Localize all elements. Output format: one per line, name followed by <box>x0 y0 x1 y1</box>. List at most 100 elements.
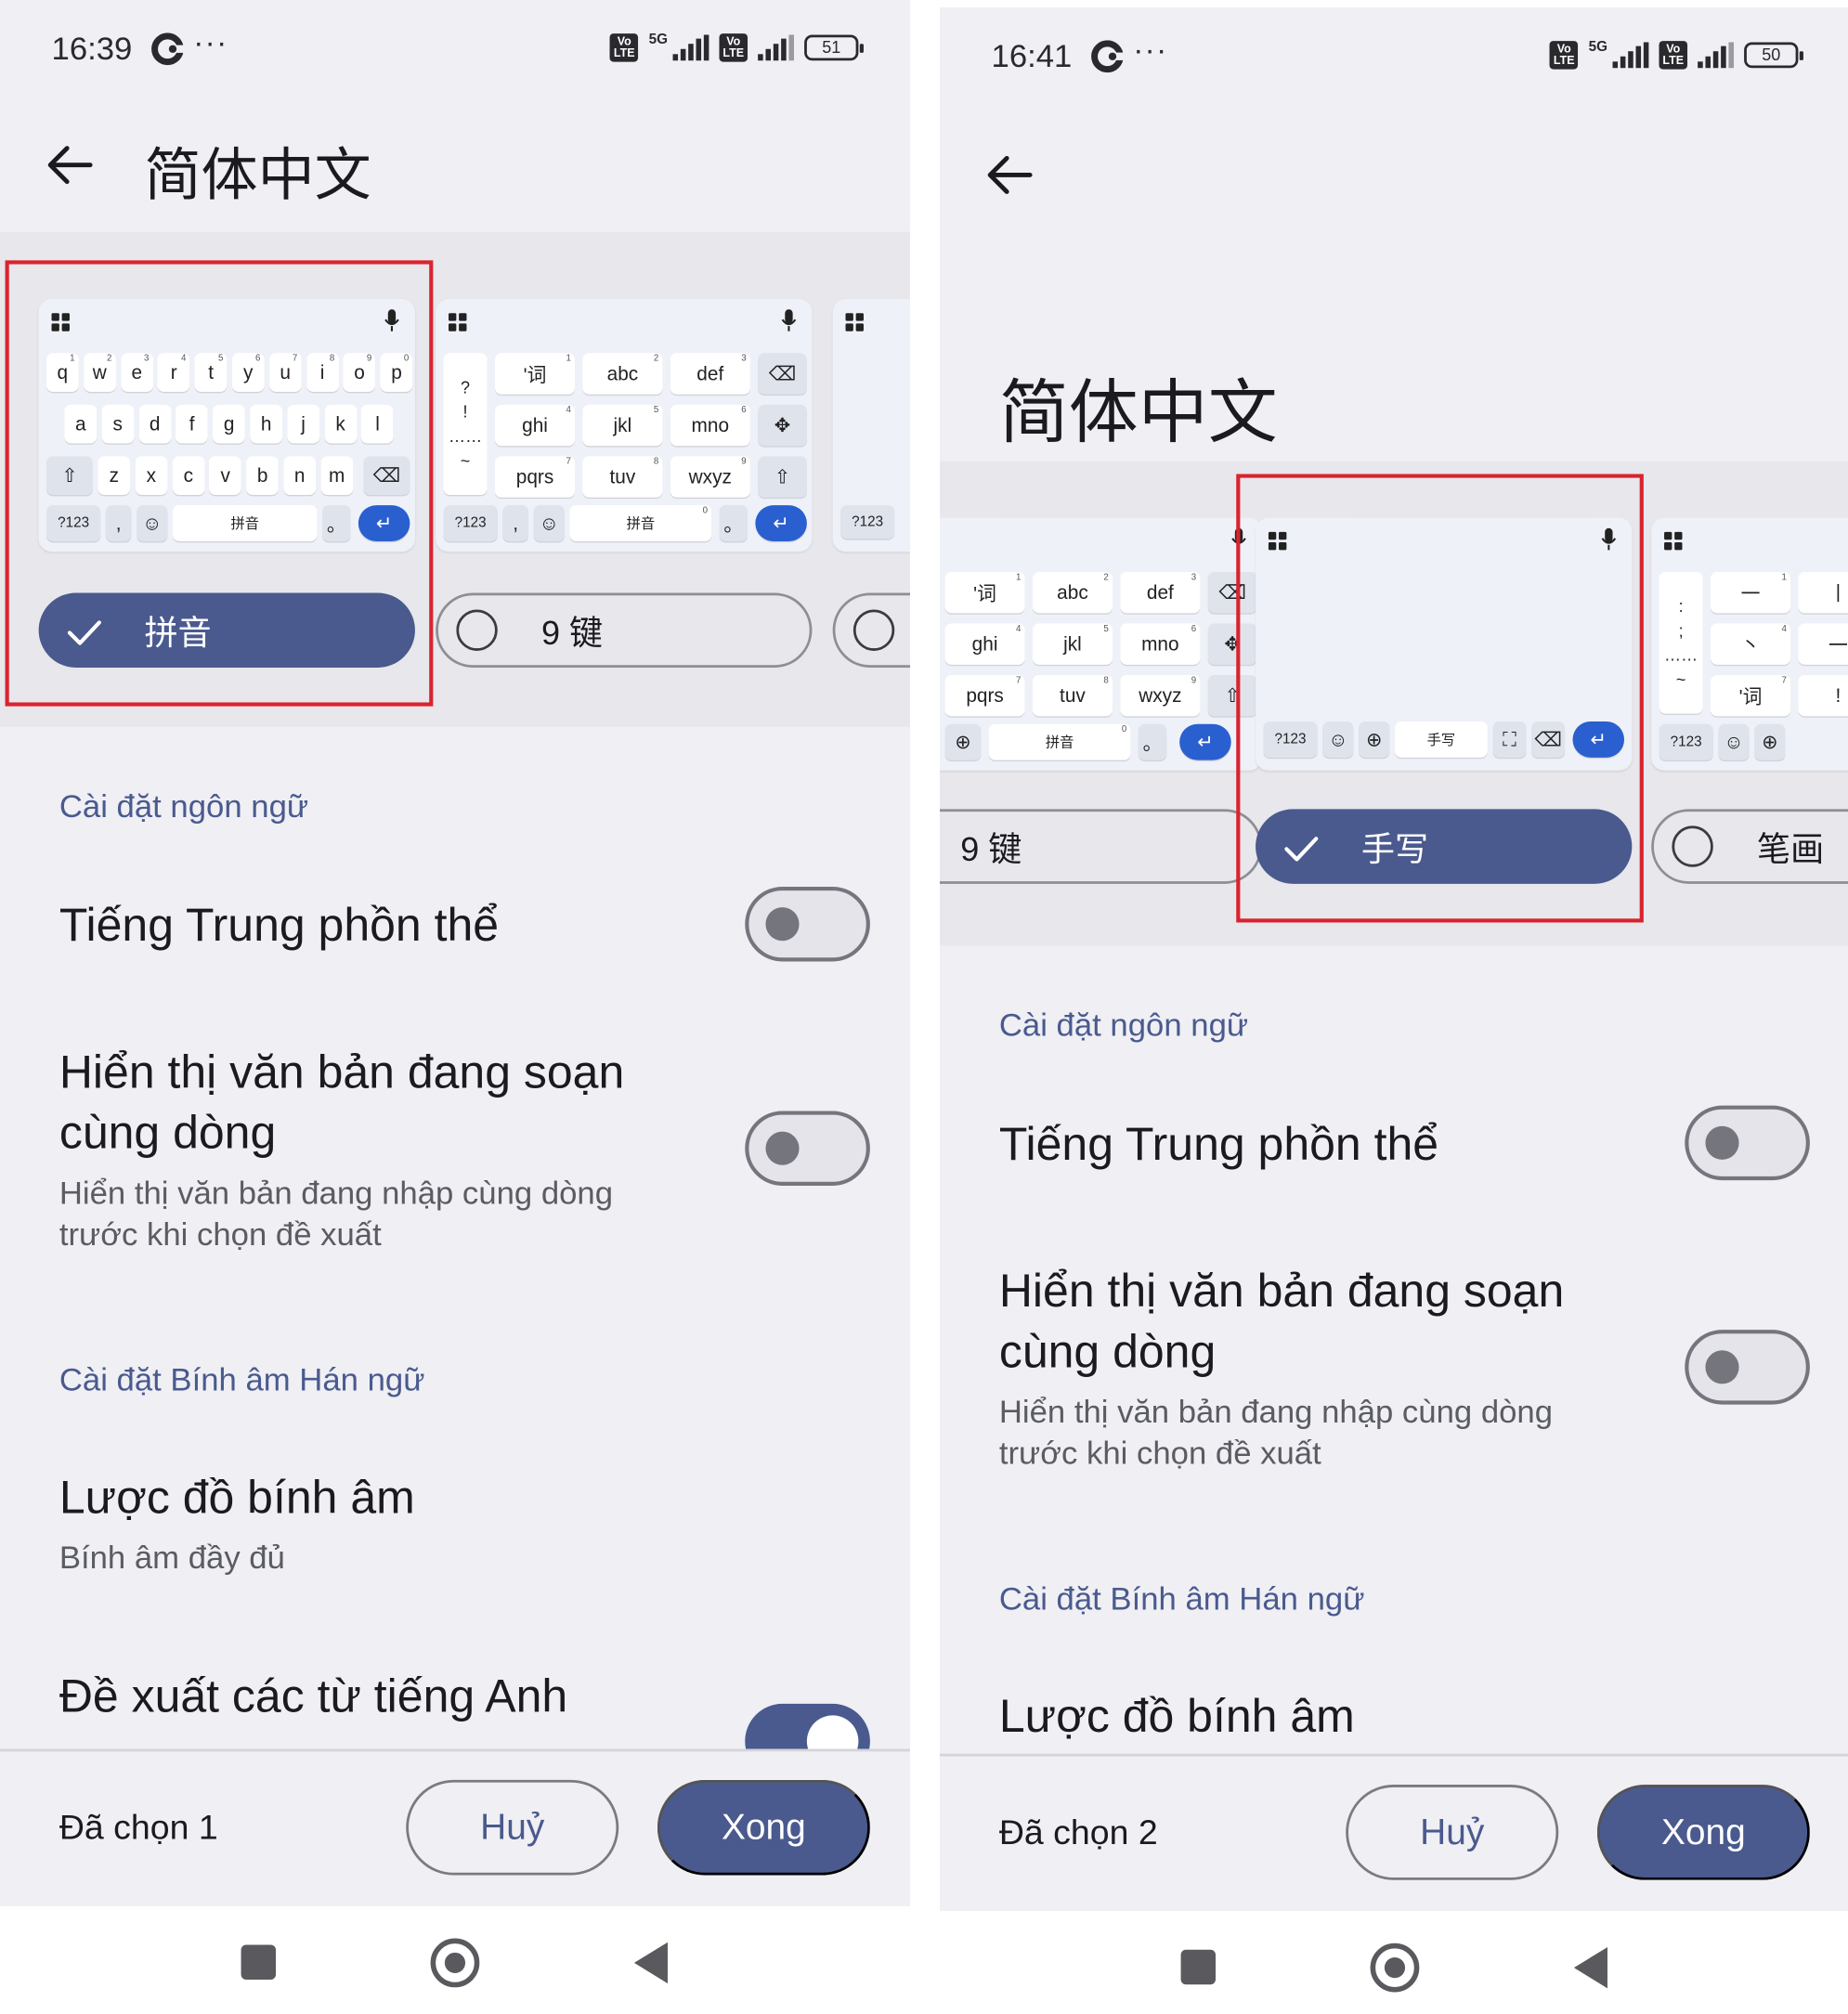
volte-icon-2: Vo LTE <box>1659 41 1688 70</box>
battery-icon: 50 <box>1744 42 1803 69</box>
key: ghi 4 <box>494 404 576 447</box>
signal-icon <box>1612 42 1649 69</box>
layout-option-9key[interactable]: 9 键 <box>940 809 1262 884</box>
stroke-key-label: 一 <box>1740 582 1761 605</box>
sync-icon <box>151 32 186 66</box>
inline-composing-subtitle: Hiển thị văn bản đang nhập cùng dòng trư… <box>59 1175 614 1254</box>
shift-icon: ⇧ <box>758 456 807 498</box>
toggle-knob <box>1705 1125 1739 1160</box>
left-screenshot: 16:39 ··· Vo LTE 5G Vo LTE 51 简体中文 q1w2e… <box>0 0 910 2014</box>
key: wxyz 9 <box>670 456 750 498</box>
key-hint: 9 <box>1191 676 1197 686</box>
key-label: pqrs <box>515 465 554 488</box>
back-triangle-icon[interactable] <box>633 1942 668 1984</box>
comma-key: , <box>502 505 529 541</box>
bottom-action-bar: Đã chọn 2 Huỷ Xong <box>940 1753 1848 1912</box>
done-button[interactable]: Xong <box>657 1779 870 1876</box>
cancel-button[interactable]: Huỷ <box>1346 1785 1559 1880</box>
inline-composing-subtitle: Hiển thị văn bản đang nhập cùng dòng trư… <box>998 1394 1554 1472</box>
status-time: 16:41 <box>991 38 1073 75</box>
key-label: tuv <box>609 465 636 488</box>
grid-icon <box>1664 531 1683 551</box>
space-key-label: 拼音 <box>1045 735 1074 751</box>
symbols-key: ?123 <box>1659 723 1713 760</box>
volte-icon-2: Vo LTE <box>719 33 748 62</box>
key: mno 6 <box>1120 623 1201 665</box>
key: mno 6 <box>670 404 750 447</box>
stroke-key-label: 丶 <box>1740 634 1761 656</box>
key-label: ghi <box>522 414 548 436</box>
layout-carousel[interactable]: '词 1 abc 2 def 3 ghi 4 jkl 5 mno 6 pqrs 7 tuv 8 wxyz 9 ⌫ ✥ ⇧… <box>940 461 1848 946</box>
key-hint: 6 <box>1191 624 1197 634</box>
keyboard-preview-9key[interactable]: ?! …… ~ '词 1 abc 2 def 3 ghi 4 jkl 5 mno 6 pqrs 7 tuv 8 wxy… <box>436 299 813 552</box>
period-key-label: 。 <box>1142 732 1163 755</box>
punctuation-key: : <box>1678 596 1684 617</box>
layout-option-9key[interactable]: 9 键 <box>436 592 813 668</box>
punctuation-key: ~ <box>1675 669 1686 690</box>
stroke-key: 丶4 <box>1711 623 1791 665</box>
key: def 3 <box>670 353 750 395</box>
english-suggestions-title: Đề xuất các từ tiếng Anh <box>59 1669 568 1722</box>
keyboard-preview-stroke[interactable]: :;……~一1丨2丶4一'词7!?123☺⊕ <box>1651 517 1848 771</box>
key-label: abc <box>606 362 639 385</box>
traditional-chinese-toggle[interactable] <box>745 886 870 962</box>
right-screen: 16:41 ··· Vo LTE 5G Vo LTE 50 简体中文 '词 1 ab… <box>940 7 1848 2014</box>
back-triangle-icon[interactable] <box>1573 1946 1607 1989</box>
recents-icon[interactable] <box>1180 1949 1217 1985</box>
inline-composing-toggle[interactable] <box>1685 1330 1810 1405</box>
more-notifications-icon: ··· <box>1133 32 1168 69</box>
emoji-icon: ☺ <box>533 505 565 541</box>
recents-icon[interactable] <box>241 1944 277 1980</box>
key-hint: 3 <box>741 354 747 364</box>
pinyin-scheme-title[interactable]: Lược đồ bính âm <box>999 1685 1631 1746</box>
back-arrow-icon[interactable] <box>44 139 96 191</box>
enter-icon: ↵ <box>1179 723 1231 760</box>
key-hint: 4 <box>1781 624 1787 634</box>
key: ghi 4 <box>944 623 1025 665</box>
panel-gap <box>910 0 940 2014</box>
layout-option-stroke[interactable]: 笔画 <box>1651 809 1848 884</box>
layout-option-peek[interactable] <box>832 592 910 668</box>
battery-icon: 51 <box>804 34 864 61</box>
punctuation-column: :; …… ~ <box>1659 571 1703 714</box>
key-hint: 7 <box>566 457 571 467</box>
stroke-key: 丨2 <box>1798 571 1848 614</box>
symbols-key-label: ?123 <box>1670 734 1702 750</box>
keyboard-preview-9key[interactable]: '词 1 abc 2 def 3 ghi 4 jkl 5 mno 6 pqrs 7 tuv 8 wxyz 9 ⌫ ✥ ⇧… <box>940 517 1262 771</box>
key-hint: 0 <box>1121 725 1127 734</box>
bottom-action-bar: Đã chọn 1 Huỷ Xong <box>0 1748 910 1906</box>
stroke-key-label: ! <box>1835 684 1841 707</box>
home-icon[interactable] <box>1370 1943 1420 1993</box>
key: abc 2 <box>1032 571 1113 614</box>
section-pinyin: Cài đặt Bính âm Hán ngữ <box>59 1362 425 1398</box>
key-label: abc <box>1057 581 1088 604</box>
section-language: Cài đặt ngôn ngữ <box>998 1007 1249 1044</box>
inline-composing-toggle[interactable] <box>745 1111 870 1186</box>
punctuation-column: ?! …… ~ <box>443 353 488 495</box>
radio-icon <box>456 609 498 651</box>
done-button[interactable]: Xong <box>1596 1785 1810 1880</box>
symbols-key: ?123 <box>443 505 498 541</box>
status-time: 16:39 <box>51 31 133 68</box>
symbols-key-label: ?123 <box>454 515 487 531</box>
page-title: 简体中文 <box>144 144 371 208</box>
layout-carousel[interactable]: q 1 w 2 e 3 r 4 t 5 y 6 u 7 i 8 o 9 p 0 a s d f g h j k l ⇧ z x c v b n m ⌫ ?1… <box>0 231 910 727</box>
key: '词 1 <box>494 353 576 395</box>
key-label: def <box>696 362 724 385</box>
stroke-key-label: '词 <box>1738 685 1763 708</box>
key-hint: 3 <box>1191 573 1197 583</box>
key-label: def <box>1146 581 1174 604</box>
status-icons: Vo LTE 5G Vo LTE 51 <box>609 32 864 62</box>
key-hint: 1 <box>566 354 571 364</box>
punctuation-key: ? <box>461 377 471 397</box>
keyboard-preview-peek[interactable]: ?123 <box>832 299 910 552</box>
space-key-label: 拼音 <box>626 516 656 533</box>
home-icon[interactable] <box>430 1938 480 1988</box>
key-hint: 1 <box>1781 573 1787 583</box>
cancel-button[interactable]: Huỷ <box>406 1779 619 1876</box>
inline-composing-title: Hiển thị văn bản đang soạn cùng dòng <box>59 1045 625 1159</box>
traditional-chinese-toggle[interactable] <box>1685 1105 1810 1181</box>
key: tuv 8 <box>1032 674 1113 717</box>
pinyin-scheme-title[interactable]: Lược đồ bính âm <box>59 1467 691 1527</box>
back-arrow-icon[interactable] <box>983 149 1035 201</box>
